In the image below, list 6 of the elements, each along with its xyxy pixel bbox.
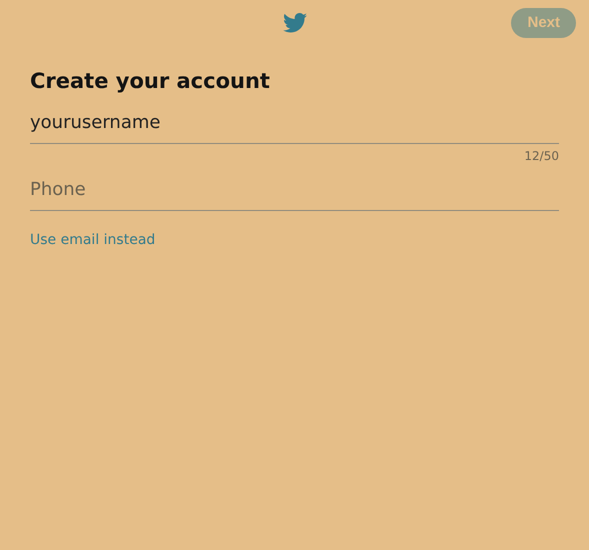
username-field[interactable]: yourusername [30,108,559,144]
bird-icon [282,12,306,32]
page-title: Create your account [30,68,271,95]
character-counter: 12/50 [524,148,559,165]
use-email-link[interactable]: Use email instead [30,232,156,248]
phone-field[interactable]: Phone [30,175,559,211]
